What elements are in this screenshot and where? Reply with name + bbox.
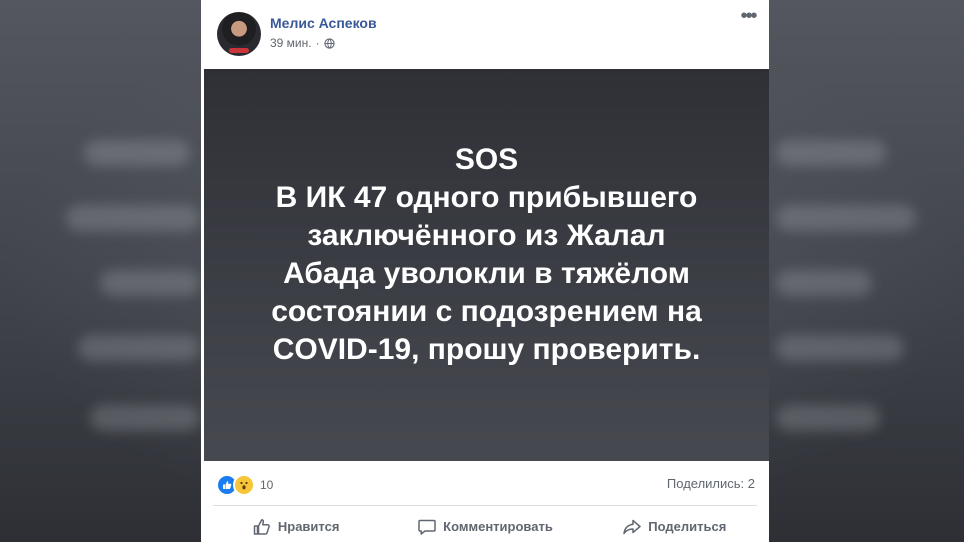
share-button-label: Поделиться xyxy=(648,519,727,534)
more-options-icon[interactable]: ••• xyxy=(737,6,759,26)
like-button-label: Нравится xyxy=(277,519,340,534)
blurred-text-fragment xyxy=(776,405,880,431)
post-header: Мелис Аспеков 39 мин. · ••• xyxy=(201,0,769,69)
avatar[interactable] xyxy=(217,12,261,56)
divider xyxy=(213,505,757,506)
blurred-text-fragment xyxy=(776,205,916,231)
blurred-text-fragment xyxy=(84,140,190,166)
blurred-text-fragment xyxy=(100,270,200,296)
thumbs-up-icon xyxy=(253,518,270,535)
blurred-text-fragment xyxy=(90,405,200,431)
blurred-text-fragment xyxy=(66,205,200,231)
meta-separator: · xyxy=(315,36,320,50)
post-image[interactable]: SOS В ИК 47 одного прибывшего заключённо… xyxy=(204,69,769,461)
wow-icon xyxy=(233,474,255,496)
post-image-text: SOS В ИК 47 одного прибывшего заключённо… xyxy=(271,143,702,366)
reaction-summary[interactable]: 10 xyxy=(216,474,273,496)
comment-icon xyxy=(418,519,436,535)
post-stats: 10 Поделились: 2 xyxy=(201,461,769,505)
reaction-count: 10 xyxy=(260,478,274,492)
post-actions: Нравится Комментировать Поделиться xyxy=(201,507,769,542)
author-name[interactable]: Мелис Аспеков xyxy=(270,15,377,31)
share-count[interactable]: Поделились: 2 xyxy=(667,476,755,491)
post-meta: 39 мин. · xyxy=(270,36,335,50)
blurred-text-fragment xyxy=(776,335,904,361)
globe-icon xyxy=(323,37,335,49)
share-icon xyxy=(623,519,642,534)
blurred-text-fragment xyxy=(776,270,872,296)
like-button[interactable]: Нравится xyxy=(201,511,390,542)
blurred-text-fragment xyxy=(78,335,200,361)
comment-button[interactable]: Комментировать xyxy=(390,511,579,542)
comment-button-label: Комментировать xyxy=(443,519,553,534)
facebook-post: Мелис Аспеков 39 мин. · ••• SOS В ИК 47 … xyxy=(201,0,769,542)
post-time[interactable]: 39 мин. xyxy=(270,36,312,50)
share-button[interactable]: Поделиться xyxy=(580,511,769,542)
blurred-text-fragment xyxy=(776,140,886,166)
